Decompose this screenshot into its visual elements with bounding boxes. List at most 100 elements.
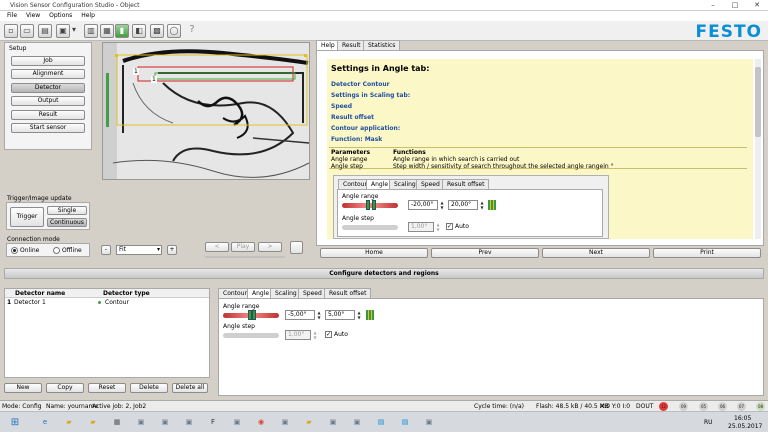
minimize-button[interactable]: – (702, 0, 724, 10)
chrome-icon[interactable]: ◉ (252, 415, 270, 430)
folder-icon[interactable]: ▰ (60, 415, 78, 430)
help-link-detector-contour[interactable]: Detector Contour (331, 81, 390, 88)
detector-button[interactable]: Detector (11, 83, 85, 93)
new-icon[interactable]: ▫ (4, 24, 18, 38)
menu-view[interactable]: View (26, 11, 40, 21)
menu-options[interactable]: Options (49, 11, 72, 21)
single-button[interactable]: Single (47, 206, 87, 215)
folder-icon[interactable]: ▰ (84, 415, 102, 430)
scrollbar-thumb[interactable] (755, 67, 761, 137)
zoom-in-button[interactable]: + (167, 245, 177, 255)
next-button[interactable]: Next (542, 248, 650, 258)
app-icon[interactable]: ▣ (420, 415, 438, 430)
app-icon[interactable]: ▣ (348, 415, 366, 430)
status-dout: DOUT (636, 403, 654, 410)
app-icon[interactable]: ▣ (156, 415, 174, 430)
image-view[interactable]: 1 1 (102, 42, 310, 180)
green-bar-icon[interactable]: ▮ (115, 24, 129, 38)
angle-tab-panel: Angle range -5,00° ▲ ▼ 5,00° ▲ ▼ Angle ste… (218, 298, 764, 396)
online-radio[interactable] (11, 247, 18, 254)
device-icon[interactable]: ▣ (56, 24, 70, 38)
spin-icon[interactable]: ▲ ▼ (356, 310, 362, 320)
alignment-button[interactable]: Alignment (11, 69, 85, 79)
fd-icon[interactable]: F (204, 415, 222, 430)
help-icon[interactable]: ? (185, 24, 199, 38)
app-icon[interactable]: ▣ (228, 415, 246, 430)
tab-statistics[interactable]: Statistics (363, 40, 401, 50)
prev-button[interactable]: Prev (431, 248, 539, 258)
festo-icon[interactable]: ▤ (372, 415, 390, 430)
help-scrollbar[interactable] (755, 59, 761, 239)
dropdown-icon[interactable]: ▾ (70, 24, 78, 38)
grid-icon[interactable]: ▩ (150, 24, 164, 38)
next-image-button[interactable]: > (258, 242, 282, 252)
stop-icon[interactable]: ▦ (100, 24, 114, 38)
help-link-scaling[interactable]: Settings in Scaling tab: (331, 92, 410, 99)
tab-result[interactable]: Result (337, 40, 366, 50)
home-button[interactable]: Home (320, 248, 428, 258)
angle-range-max-input[interactable]: 5,00° (325, 310, 355, 320)
maximize-button[interactable]: □ (724, 0, 746, 10)
delete-detector-button[interactable]: Delete (130, 383, 168, 393)
close-button[interactable]: ✕ (746, 0, 768, 10)
clock-date[interactable]: 25.05.2017 (728, 423, 762, 430)
start-button[interactable]: ⊞ (6, 415, 24, 430)
spin-icon[interactable]: ▲ ▼ (316, 310, 322, 320)
folder-icon[interactable]: ▰ (300, 415, 318, 430)
clock-time[interactable]: 16:05 (734, 415, 751, 422)
menu-help[interactable]: Help (81, 11, 95, 21)
new-detector-button[interactable]: New (4, 383, 42, 393)
dout-led-12: 12 (659, 402, 668, 411)
app-icon[interactable]: ▣ (180, 415, 198, 430)
range-color-icon[interactable] (366, 310, 374, 320)
cube-icon[interactable]: ◧ (132, 24, 146, 38)
menu-file[interactable]: File (7, 11, 17, 21)
job-button[interactable]: Job (11, 56, 85, 66)
trigger-button[interactable]: Trigger (10, 207, 44, 227)
tab-scaling[interactable]: Scaling (270, 288, 302, 298)
angle-step-slider[interactable] (223, 333, 279, 338)
copy-detector-button[interactable]: Copy (46, 383, 84, 393)
app-icon[interactable]: ▣ (276, 415, 294, 430)
angle-step-input[interactable]: 1,00° (285, 330, 311, 340)
status-coordinates: X:0 Y:0 I:0 (600, 403, 631, 410)
help-link-function-mask[interactable]: Function: Mask (331, 136, 382, 143)
zoom-out-button[interactable]: - (101, 245, 111, 255)
calculator-icon[interactable]: ▦ (108, 415, 126, 430)
app-icon[interactable]: ▣ (324, 415, 342, 430)
help-link-result-offset[interactable]: Result offset (331, 114, 374, 121)
play-button[interactable]: Play (231, 242, 255, 252)
language-indicator[interactable]: RU (704, 419, 713, 426)
zoom-select[interactable]: Fit ▾ (116, 245, 162, 255)
angle-range-min-input[interactable]: -5,00° (285, 310, 315, 320)
spin-icon[interactable]: ▲ ▼ (312, 330, 318, 340)
tab-speed[interactable]: Speed (298, 288, 327, 298)
setup-panel: Setup Job Alignment Detector Output Resu… (4, 42, 92, 150)
offline-radio[interactable] (53, 247, 60, 254)
help-link-speed[interactable]: Speed (331, 103, 352, 110)
tab-result-offset[interactable]: Result offset (324, 288, 372, 298)
record-button[interactable] (290, 241, 303, 254)
ie-icon[interactable]: e (36, 415, 54, 430)
app-icon[interactable]: ▣ (132, 415, 150, 430)
delete-all-button[interactable]: Delete all (172, 383, 208, 393)
output-button[interactable]: Output (11, 96, 85, 106)
start-sensor-button[interactable]: Start sensor (11, 123, 85, 133)
toolbar: ▫ ▭ ▤ ▣ ▾ ▥ ▦ ▮ ◧ ▩ ◯ ? (0, 21, 768, 41)
print-button[interactable]: Print (653, 248, 761, 258)
result-button[interactable]: Result (11, 110, 85, 120)
festo-icon[interactable]: ▤ (396, 415, 414, 430)
reset-detector-button[interactable]: Reset (88, 383, 126, 393)
help-link-contour-application[interactable]: Contour application: (331, 125, 400, 132)
chat-icon[interactable]: ◯ (167, 24, 181, 38)
table-row[interactable]: 1 Detector 1 Contour (5, 298, 209, 307)
save-icon[interactable]: ▤ (38, 24, 52, 38)
slider-handle-max[interactable] (252, 310, 256, 320)
previous-image-button[interactable]: < (205, 242, 229, 252)
auto-checkbox[interactable]: ✓ (325, 331, 332, 338)
run-icon[interactable]: ▥ (84, 24, 98, 38)
image-timeline-bar[interactable] (205, 256, 285, 258)
help-table-header: Functions (393, 149, 426, 156)
open-icon[interactable]: ▭ (20, 24, 34, 38)
continuous-button[interactable]: Continuous (47, 218, 87, 227)
